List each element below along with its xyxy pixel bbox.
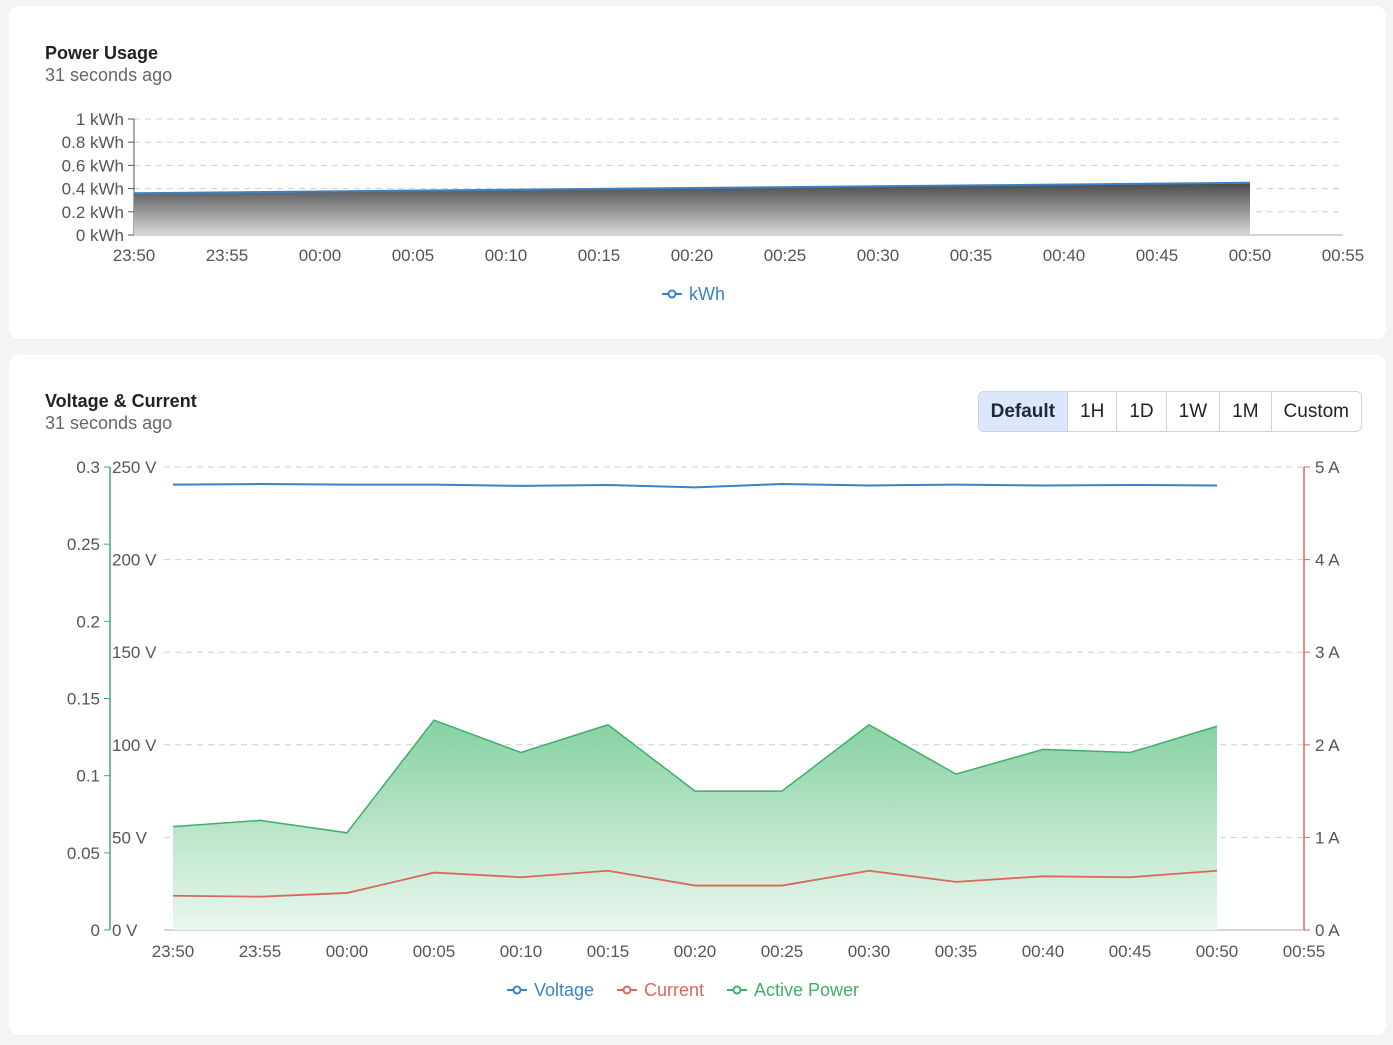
- legend-marker-kwh: [667, 289, 677, 299]
- current-tick-label: 2 A: [1315, 736, 1340, 755]
- vc-x-tick-label: 00:20: [674, 942, 717, 961]
- legend-item-kwh[interactable]: kWh: [662, 284, 725, 304]
- kwh-y-tick-label: 0.8 kWh: [62, 133, 124, 152]
- active-power-tick-label: 0.3: [76, 458, 100, 477]
- kwh-x-tick-label: 00:35: [950, 246, 993, 265]
- range-button-1h[interactable]: 1H: [1068, 392, 1118, 431]
- kwh-x-tick-label: 00:10: [485, 246, 528, 265]
- kwh-x-tick-label: 00:40: [1043, 246, 1086, 265]
- range-button-default[interactable]: Default: [978, 392, 1069, 431]
- legend-label-active-power: Active Power: [754, 980, 859, 1000]
- current-tick-label: 4 A: [1315, 551, 1340, 570]
- kwh-y-tick-label: 0 kWh: [76, 226, 124, 245]
- legend-marker-current: [622, 985, 632, 995]
- active-power-area: [173, 720, 1217, 930]
- kwh-x-tick-label: 00:55: [1322, 246, 1365, 265]
- legend-label-kwh: kWh: [689, 284, 725, 304]
- kwh-area: [134, 182, 1250, 235]
- legend-label-current: Current: [644, 980, 704, 1000]
- active-power-tick-label: 0: [91, 921, 100, 940]
- kwh-y-tick-label: 1 kWh: [76, 110, 124, 129]
- power-usage-card: Power Usage 31 seconds ago 0 kWh 0.2 kWh 0…: [9, 6, 1386, 339]
- kwh-x-tick-label: 00:45: [1136, 246, 1179, 265]
- legend-label-voltage: Voltage: [534, 980, 594, 1000]
- current-tick-label: 1 A: [1315, 828, 1340, 847]
- active-power-tick-label: 0.15: [67, 690, 100, 709]
- vc-x-tick-label: 00:45: [1109, 942, 1152, 961]
- legend-item-active-power[interactable]: Active Power: [727, 980, 859, 1000]
- kwh-y-tick-label: 0.6 kWh: [62, 156, 124, 175]
- range-button-1w[interactable]: 1W: [1167, 392, 1221, 431]
- range-button-1m[interactable]: 1M: [1220, 392, 1272, 431]
- voltage-line: [172, 483, 1218, 489]
- active-power-tick-label: 0.2: [76, 612, 100, 631]
- power-usage-chart: 0 kWh 0.2 kWh 0.4 kWh 0.6 kWh 0.8 kWh 1 kWh 23…: [62, 110, 1365, 304]
- kwh-y-tick-label: 0.2 kWh: [62, 203, 124, 222]
- voltage-tick-label: 150 V: [112, 643, 157, 662]
- kwh-x-tick-label: 00:00: [299, 246, 342, 265]
- kwh-x-tick-label: 00:05: [392, 246, 435, 265]
- voltage-tick-label: 100 V: [112, 736, 157, 755]
- current-tick-label: 5 A: [1315, 458, 1340, 477]
- vc-x-tick-label: 00:40: [1022, 942, 1065, 961]
- vc-x-tick-label: 00:55: [1283, 942, 1326, 961]
- range-button-1d[interactable]: 1D: [1117, 392, 1167, 431]
- active-power-tick-label: 0.05: [67, 844, 100, 863]
- time-range-selector: Default 1H 1D 1W 1M Custom: [977, 391, 1362, 432]
- active-power-tick-label: 0.1: [76, 767, 100, 786]
- vc-x-tick-label: 00:25: [761, 942, 804, 961]
- vc-x-tick-label: 00:35: [935, 942, 978, 961]
- voltage-current-chart: 0 V 50 V 100 V 150 V 200 V 250 V 0 0.05 0.1 0.15 0…: [67, 458, 1340, 1000]
- kwh-x-tick-label: 23:55: [206, 246, 249, 265]
- vc-x-tick-label: 00:00: [326, 942, 369, 961]
- kwh-x-tick-label: 00:30: [857, 246, 900, 265]
- legend-marker-voltage: [512, 985, 522, 995]
- range-button-custom[interactable]: Custom: [1272, 392, 1361, 431]
- voltage-tick-label: 250 V: [112, 458, 157, 477]
- legend-item-voltage[interactable]: Voltage: [507, 980, 594, 1000]
- current-tick-label: 3 A: [1315, 643, 1340, 662]
- kwh-x-tick-label: 00:15: [578, 246, 621, 265]
- active-power-tick-label: 0.25: [67, 535, 100, 554]
- vc-x-tick-label: 00:50: [1196, 942, 1239, 961]
- vc-x-tick-label: 00:10: [500, 942, 543, 961]
- kwh-y-tick-label: 0.4 kWh: [62, 180, 124, 199]
- voltage-tick-label: 200 V: [112, 551, 157, 570]
- vc-x-tick-label: 00:05: [413, 942, 456, 961]
- current-tick-label: 0 A: [1315, 921, 1340, 940]
- voltage-current-card: Voltage & Current 31 seconds ago 0 V 50 V…: [9, 355, 1386, 1035]
- voltage-tick-label: 0 V: [112, 921, 138, 940]
- voltage-tick-label: 50 V: [112, 828, 148, 847]
- legend-marker-active-power: [732, 985, 742, 995]
- vc-x-tick-label: 00:30: [848, 942, 891, 961]
- kwh-x-tick-label: 00:20: [671, 246, 714, 265]
- kwh-x-tick-label: 00:50: [1229, 246, 1272, 265]
- vc-x-tick-label: 00:15: [587, 942, 630, 961]
- vc-x-tick-label: 23:50: [152, 942, 195, 961]
- vc-x-tick-label: 23:55: [239, 942, 282, 961]
- kwh-x-tick-label: 00:25: [764, 246, 807, 265]
- legend-item-current[interactable]: Current: [617, 980, 704, 1000]
- kwh-x-tick-label: 23:50: [113, 246, 156, 265]
